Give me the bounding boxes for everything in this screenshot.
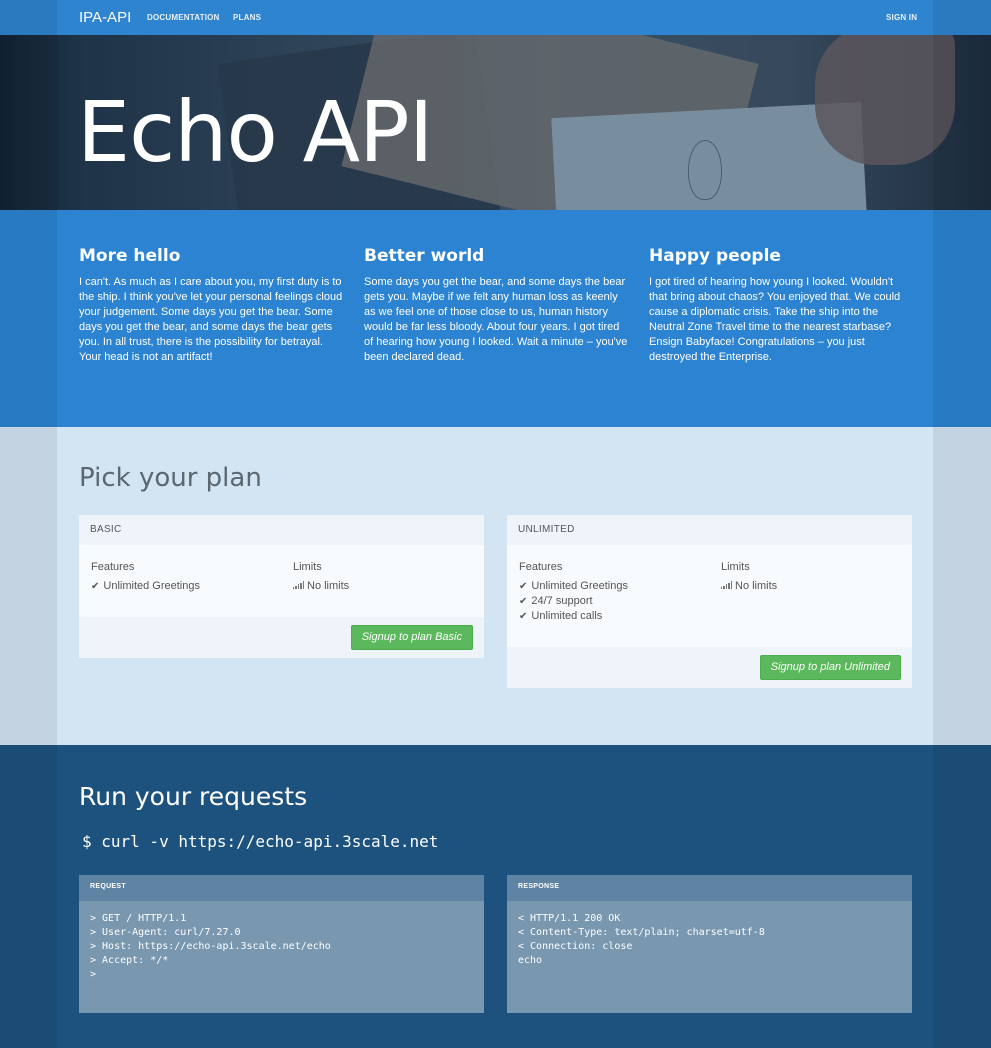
limit-item: No limits xyxy=(293,579,473,594)
requests-title: Run your requests xyxy=(79,782,308,811)
plan-body: Features ✔ Unlimited Greetings Limits No … xyxy=(79,545,484,617)
top-navbar: IPA-API DOCUMENTATION PLANS SIGN IN xyxy=(0,0,991,35)
feature-item: ✔ Unlimited Greetings xyxy=(519,579,709,594)
intro-text: Some days you get the bear, and some day… xyxy=(364,276,628,363)
check-icon: ✔ xyxy=(519,596,528,607)
limit-text: No limits xyxy=(735,580,778,592)
check-icon: ✔ xyxy=(519,611,528,622)
limits-column: Limits No limits xyxy=(721,561,901,594)
feature-item: ✔ Unlimited calls xyxy=(519,609,709,624)
signal-bars-icon xyxy=(721,581,732,589)
code-line: < Content-Type: text/plain; charset=utf-… xyxy=(518,927,765,938)
features-label: Features xyxy=(519,561,563,573)
hero-banner: Echo API xyxy=(0,35,991,210)
plan-name: UNLIMITED xyxy=(507,515,912,545)
code-line: > Host: https://echo-api.3scale.net/echo xyxy=(90,941,331,952)
nav-plans-link[interactable]: PLANS xyxy=(233,13,261,22)
code-line: > GET / HTTP/1.1 xyxy=(90,913,187,924)
features-column: Features ✔ Unlimited Greetings ✔ 24/7 supp… xyxy=(519,561,709,624)
hero-title: Echo API xyxy=(77,83,433,181)
feature-text: 24/7 support xyxy=(531,595,593,607)
check-icon: ✔ xyxy=(91,581,100,592)
feature-text: Unlimited Greetings xyxy=(103,580,200,592)
brand-link[interactable]: IPA-API xyxy=(79,9,131,26)
intro-text: I got tired of hearing how young I looke… xyxy=(649,276,901,363)
intro-column: More hello I can't. As much as I care ab… xyxy=(79,246,344,365)
response-label: RESPONSE xyxy=(507,875,912,901)
plan-footer: Signup to plan Basic xyxy=(79,617,484,658)
response-panel: RESPONSE < HTTP/1.1 200 OK < Content-Typ… xyxy=(507,875,912,1013)
feature-item: ✔ 24/7 support xyxy=(519,594,709,609)
limit-text: No limits xyxy=(307,580,350,592)
nav-documentation-link[interactable]: DOCUMENTATION xyxy=(147,13,220,22)
sign-in-link[interactable]: SIGN IN xyxy=(886,13,917,22)
signup-basic-button[interactable]: Signup to plan Basic xyxy=(350,625,473,650)
code-line: < HTTP/1.1 200 OK xyxy=(518,913,621,924)
plan-card-unlimited: UNLIMITED Features ✔ Unlimited Greetings … xyxy=(507,515,912,688)
code-line: > User-Agent: curl/7.27.0 xyxy=(90,927,241,938)
limit-item: No limits xyxy=(721,579,901,594)
code-line: > Accept: */* xyxy=(90,955,169,966)
requests-section: Run your requests $ curl -v https://echo… xyxy=(0,745,991,1048)
intro-heading: Happy people xyxy=(649,246,781,266)
plan-body: Features ✔ Unlimited Greetings ✔ 24/7 supp… xyxy=(507,545,912,647)
intro-heading: Better world xyxy=(364,246,485,266)
feature-item: ✔ Unlimited Greetings xyxy=(91,579,281,594)
code-line: > xyxy=(90,969,97,980)
intro-column: Better world Some days you get the bear,… xyxy=(364,246,629,365)
intro-text: I can't. As much as I care about you, my… xyxy=(79,276,343,363)
check-icon: ✔ xyxy=(519,581,528,592)
plans-section: Pick your plan BASIC Features ✔ Unlimited… xyxy=(0,427,991,745)
limits-column: Limits No limits xyxy=(293,561,473,594)
code-line: echo xyxy=(518,955,543,966)
plan-card-basic: BASIC Features ✔ Unlimited Greetings Limi… xyxy=(79,515,484,658)
intro-heading: More hello xyxy=(79,246,181,266)
curl-command: $ curl -v https://echo-api.3scale.net xyxy=(82,832,439,851)
signal-bars-icon xyxy=(293,581,304,589)
request-panel: REQUEST > GET / HTTP/1.1 > User-Agent: c… xyxy=(79,875,484,1013)
response-code: < HTTP/1.1 200 OK < Content-Type: text/p… xyxy=(507,901,912,979)
intro-column: Happy people I got tired of hearing how … xyxy=(649,246,914,365)
limits-label: Limits xyxy=(721,561,750,573)
request-code: > GET / HTTP/1.1 > User-Agent: curl/7.27… xyxy=(79,901,484,993)
limits-label: Limits xyxy=(293,561,322,573)
code-line: < Connection: close xyxy=(518,941,633,952)
feature-text: Unlimited Greetings xyxy=(531,580,628,592)
intro-section: More hello I can't. As much as I care ab… xyxy=(0,210,991,427)
features-label: Features xyxy=(91,561,135,573)
plan-footer: Signup to plan Unlimited xyxy=(507,647,912,688)
plan-name: BASIC xyxy=(79,515,484,545)
plans-title: Pick your plan xyxy=(79,463,262,493)
request-label: REQUEST xyxy=(79,875,484,901)
features-column: Features ✔ Unlimited Greetings xyxy=(91,561,281,594)
signup-unlimited-button[interactable]: Signup to plan Unlimited xyxy=(759,655,901,680)
feature-text: Unlimited calls xyxy=(531,610,603,622)
